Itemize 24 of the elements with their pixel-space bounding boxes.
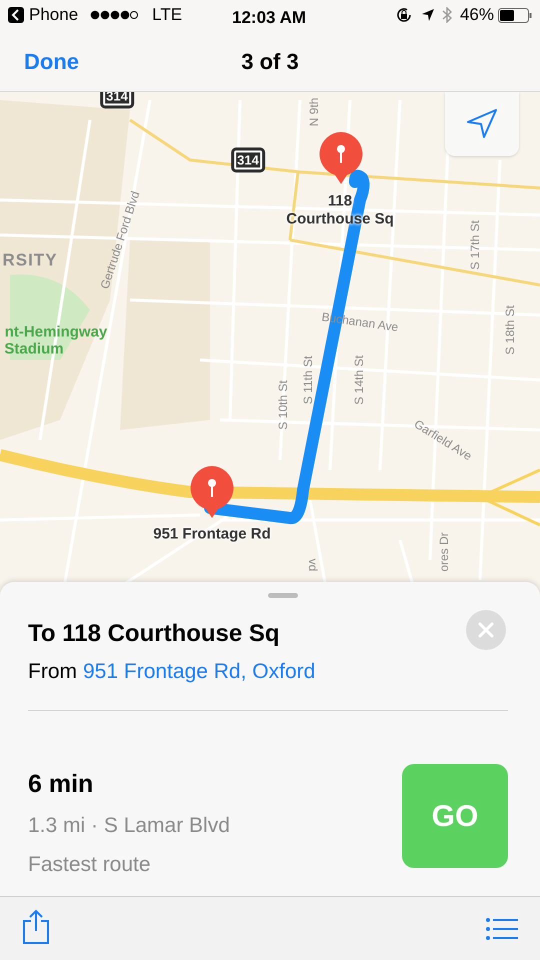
duration-text: 6 min [28,769,94,800]
network-label: LTE [152,4,182,26]
street-label: S 10th St [277,380,289,430]
clock: 12:03 AM [232,7,306,29]
route-note: Fastest route [28,852,152,878]
street-label: S 17th St [469,220,481,270]
area-label: RSITY [2,252,58,268]
route-shield: 314 [231,148,265,172]
pin-label: 118 [328,194,352,208]
destination-title: To 118 Courthouse Sq [28,619,281,649]
street-label: ores Dr [438,532,450,572]
place-label: Stadium [4,342,64,356]
route-details: 1.3 mi · S Lamar Blvd [28,812,230,838]
battery-percent: 46% [460,4,494,26]
street-label: S 11th St [302,356,314,404]
street-label: N 9th [308,98,320,126]
street-label: S 14th St [353,355,365,405]
nav-title: 3 of 3 [240,48,300,76]
place-label: nt-Hemingway [4,324,108,340]
street-label: Buchanan Ave [320,310,400,334]
street-label: S 18th St [504,305,516,355]
pin-label: 951 Frontage Rd [153,526,271,542]
street-label: vd [307,558,319,572]
from-label: From [28,659,77,685]
